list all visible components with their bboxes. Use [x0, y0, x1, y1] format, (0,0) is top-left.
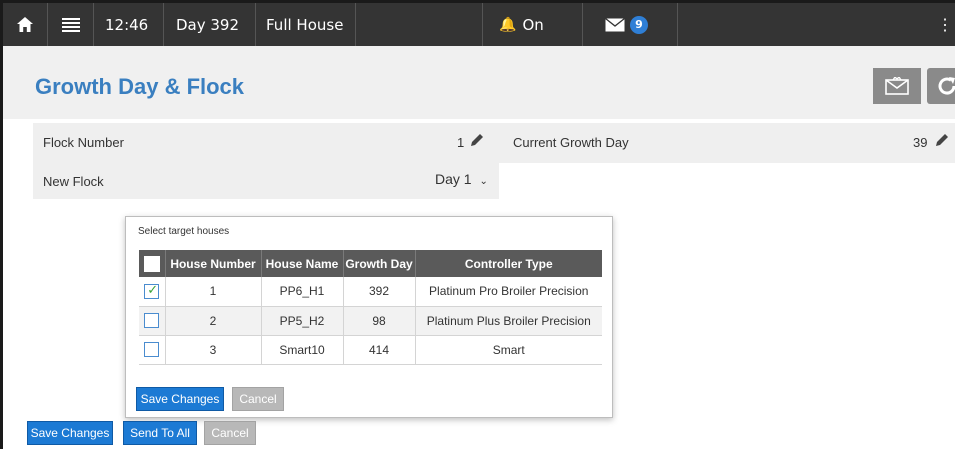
table-row[interactable]: 2 PP5_H2 98 Platinum Plus Broiler Precis…: [139, 306, 602, 336]
cancel-button[interactable]: Cancel: [204, 421, 256, 445]
messages-button[interactable]: 9: [583, 3, 678, 46]
home-button[interactable]: [3, 3, 48, 46]
messages-count-badge: 9: [630, 15, 648, 34]
house-growth-day: 98: [343, 306, 416, 336]
app-frame: 12:46 Day 392 Full House 🔔 On 9 ⋮ Growth…: [0, 0, 955, 449]
dialog-title: Select target houses: [138, 226, 230, 237]
flock-number-value: 1: [457, 135, 465, 150]
table-row[interactable]: 3 Smart10 414 Smart: [139, 335, 602, 365]
column-header: Controller Type: [415, 250, 602, 277]
row-checkbox[interactable]: [144, 342, 160, 358]
select-all-cell[interactable]: [139, 250, 166, 277]
controller-type: Platinum Pro Broiler Precision: [415, 277, 602, 307]
house-selector[interactable]: Full House: [256, 3, 356, 46]
house-name: Smart10: [261, 335, 344, 365]
table-row[interactable]: ✓ 1 PP6_H1 392 Platinum Pro Broiler Prec…: [139, 277, 602, 307]
clock-time: 12:46: [94, 3, 164, 46]
controller-type: Smart: [415, 335, 602, 365]
alarm-status-label: On: [522, 15, 544, 34]
notification-mail-button[interactable]: [873, 68, 921, 104]
new-flock-label: New Flock: [43, 174, 104, 189]
mail-icon: [885, 77, 909, 95]
new-flock-row: New Flock Day 1 ⌄: [33, 163, 499, 199]
refresh-button[interactable]: [927, 68, 955, 104]
controller-type: Platinum Plus Broiler Precision: [415, 306, 602, 336]
edit-growth-day-icon[interactable]: [934, 132, 950, 152]
growth-day-indicator[interactable]: Day 392: [164, 3, 256, 46]
refresh-icon: [938, 77, 955, 95]
select-all-checkbox[interactable]: [143, 255, 160, 272]
send-to-all-button[interactable]: Send To All: [123, 421, 197, 445]
new-flock-select-value: Day 1: [435, 171, 472, 187]
house-growth-day: 392: [343, 277, 416, 307]
chevron-down-icon: ⌄: [479, 176, 488, 187]
menu-button[interactable]: [48, 3, 94, 46]
more-options-icon[interactable]: ⋮: [937, 15, 953, 35]
row-checkbox-cell[interactable]: ✓: [139, 277, 166, 307]
topbar-fill: [678, 3, 955, 46]
house-number: 3: [165, 335, 262, 365]
save-changes-button[interactable]: Save Changes: [27, 421, 113, 445]
house-name: PP5_H2: [261, 306, 344, 336]
row-checkbox-cell[interactable]: [139, 306, 166, 336]
house-growth-day: 414: [343, 335, 416, 365]
alarm-bell-icon: 🔔: [499, 16, 517, 33]
top-bar: 12:46 Day 392 Full House 🔔 On 9 ⋮: [3, 3, 955, 46]
edit-flock-number-icon[interactable]: [469, 132, 485, 152]
alarm-status[interactable]: 🔔 On: [483, 3, 583, 46]
home-icon: [17, 17, 33, 32]
flock-info-row: Flock Number 1 Current Growth Day 39: [33, 123, 955, 163]
check-icon: ✓: [147, 281, 159, 297]
dialog-save-button[interactable]: Save Changes: [136, 387, 224, 411]
page-title: Growth Day & Flock: [35, 74, 245, 99]
page-header: Growth Day & Flock: [3, 46, 955, 119]
column-header: House Name: [261, 250, 344, 277]
houses-table: House Number House Name Growth Day Contr…: [139, 250, 602, 365]
topbar-spacer: [356, 3, 483, 46]
dialog-cancel-button[interactable]: Cancel: [232, 387, 284, 411]
row-checkbox[interactable]: [144, 313, 160, 329]
house-number: 1: [165, 277, 262, 307]
hamburger-icon: [61, 17, 80, 32]
select-houses-dialog: Select target houses House Number House …: [125, 216, 613, 418]
house-name: PP6_H1: [261, 277, 344, 307]
current-growth-day-label: Current Growth Day: [513, 135, 629, 150]
row-checkbox[interactable]: ✓: [144, 281, 160, 299]
house-number: 2: [165, 306, 262, 336]
envelope-icon: [605, 17, 625, 31]
flock-number-label: Flock Number: [43, 135, 124, 150]
current-growth-day-value: 39: [913, 135, 928, 150]
row-checkbox-cell[interactable]: [139, 335, 166, 365]
column-header: Growth Day: [343, 250, 416, 277]
column-header: House Number: [165, 250, 262, 277]
table-header-row: House Number House Name Growth Day Contr…: [139, 250, 602, 277]
new-flock-select[interactable]: Day 1 ⌄: [435, 171, 488, 187]
